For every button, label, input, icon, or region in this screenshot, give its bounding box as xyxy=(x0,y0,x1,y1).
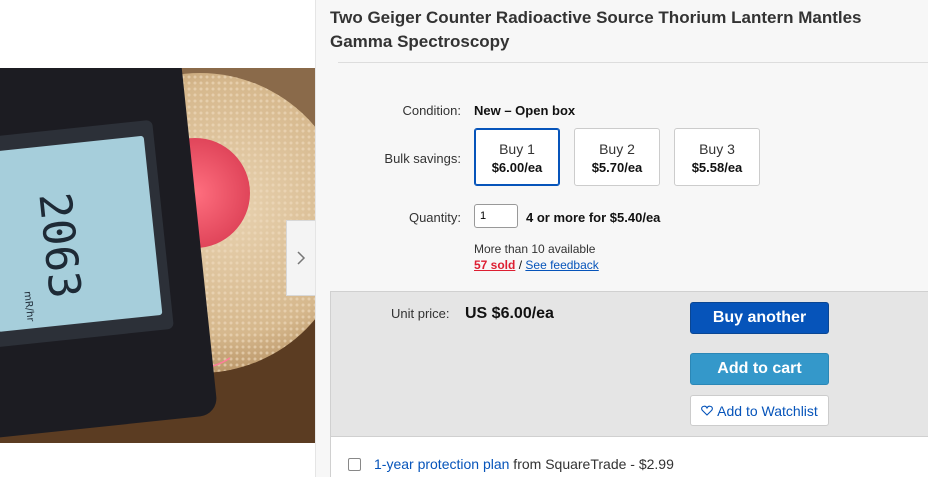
quantity-promo: 4 or more for $5.40/ea xyxy=(526,210,661,225)
chevron-right-icon xyxy=(297,251,306,265)
bulk-option-label: Buy 3 xyxy=(699,141,735,157)
product-photo[interactable]: 2063 mR/hr xyxy=(0,68,315,443)
protection-plan-checkbox[interactable] xyxy=(348,458,361,471)
bulk-savings-label: Bulk savings: xyxy=(384,151,461,166)
quantity-input[interactable] xyxy=(474,204,518,228)
watchlist-label: Add to Watchlist xyxy=(717,402,818,419)
unit-price-label: Unit price: xyxy=(391,306,450,321)
unit-price-value: US $6.00/ea xyxy=(465,305,554,322)
bulk-option-buy-2[interactable]: Buy 2 $5.70/ea xyxy=(574,128,660,186)
bulk-option-price: $5.70/ea xyxy=(591,160,643,175)
quantity-label: Quantity: xyxy=(408,210,461,225)
buy-another-button[interactable]: Buy another xyxy=(690,302,829,334)
protection-plan-detail: from SquareTrade - $2.99 xyxy=(509,456,674,472)
condition-value: New – Open box xyxy=(474,103,576,118)
title-divider xyxy=(338,62,928,63)
gallery-next-button[interactable] xyxy=(286,220,315,296)
bulk-option-label: Buy 2 xyxy=(599,141,635,157)
bulk-option-buy-3[interactable]: Buy 3 $5.58/ea xyxy=(674,128,760,186)
heart-outline-icon xyxy=(701,405,714,416)
sold-separator: / xyxy=(518,258,523,272)
protection-plan-text: 1-year protection plan from SquareTrade … xyxy=(374,456,674,472)
bulk-option-price: $5.58/ea xyxy=(691,160,743,175)
sold-line: 57 sold / See feedback xyxy=(474,258,599,272)
image-gallery: 2063 mR/hr xyxy=(0,0,316,477)
sold-count-link[interactable]: 57 sold xyxy=(474,258,515,272)
protection-plan-link[interactable]: 1-year protection plan xyxy=(374,456,509,472)
bulk-option-price: $6.00/ea xyxy=(491,160,543,175)
see-feedback-link[interactable]: See feedback xyxy=(525,258,598,272)
bulk-option-buy-1[interactable]: Buy 1 $6.00/ea xyxy=(474,128,560,186)
availability-text: More than 10 available xyxy=(474,242,596,256)
add-to-watchlist-button[interactable]: Add to Watchlist xyxy=(690,395,829,426)
product-photo-image: 2063mR/hr xyxy=(0,68,315,443)
add-to-cart-button[interactable]: Add to cart xyxy=(690,353,829,385)
listing-title: Two Geiger Counter Radioactive Source Th… xyxy=(330,8,862,51)
condition-label: Condition: xyxy=(402,103,461,118)
bulk-option-label: Buy 1 xyxy=(499,141,535,157)
